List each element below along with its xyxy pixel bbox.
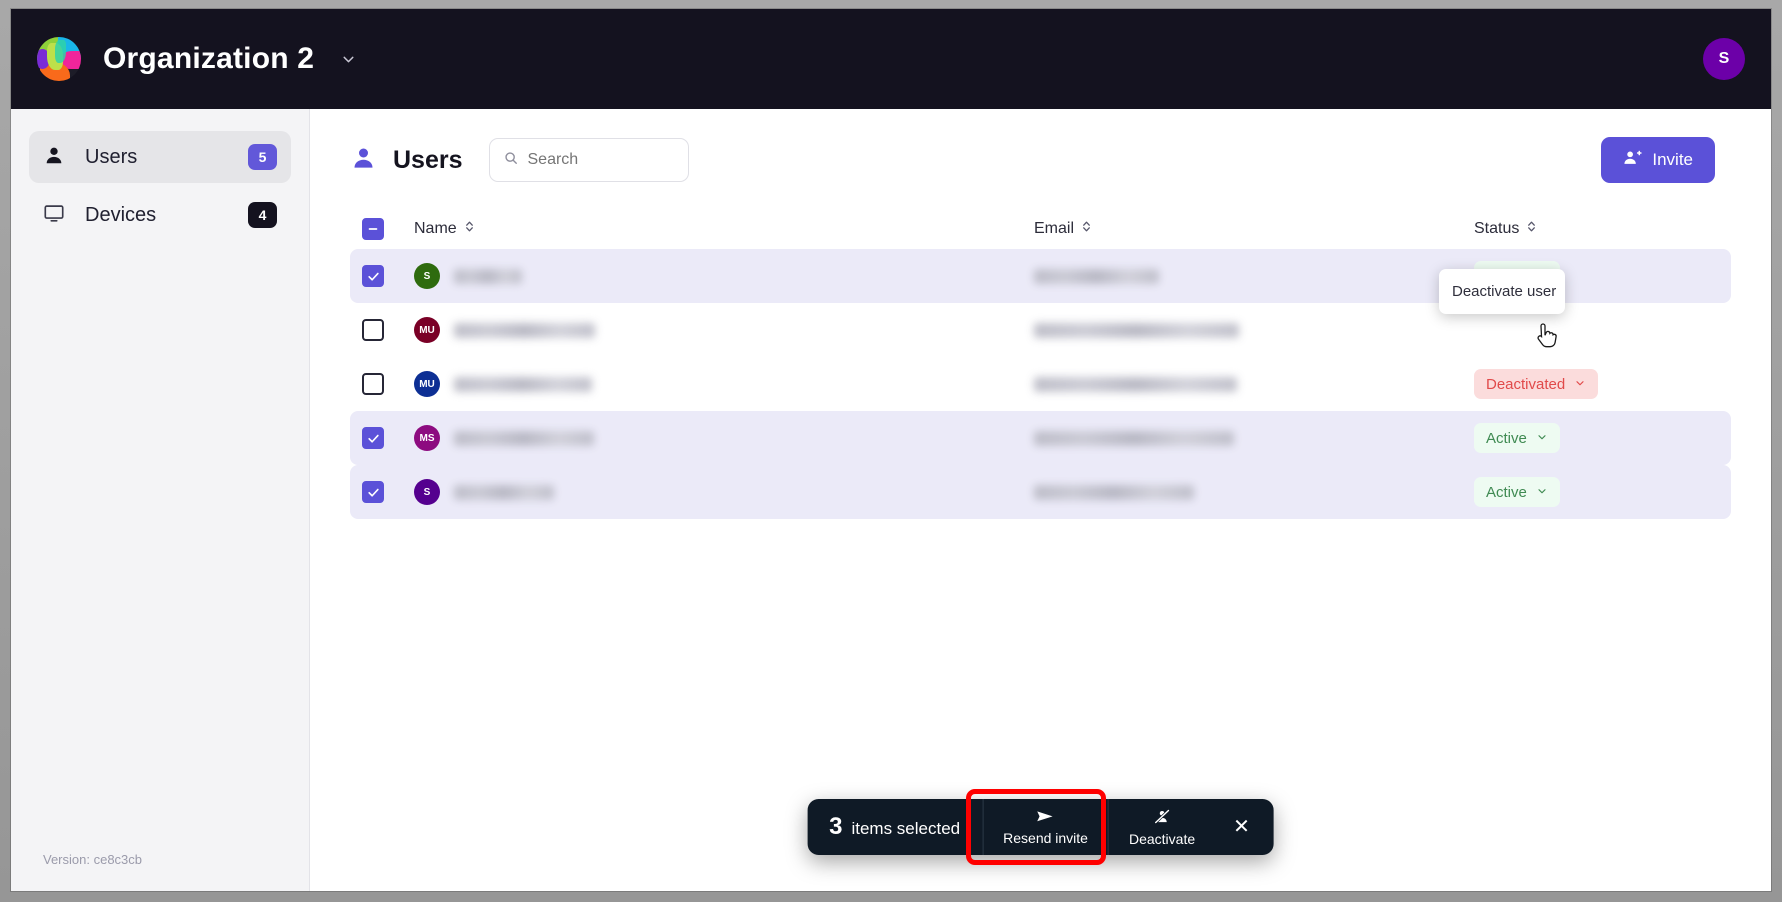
status-dropdown-menu[interactable]: Deactivate user [1439, 269, 1565, 314]
row-checkbox[interactable] [362, 427, 384, 449]
users-table: Name Email Status S MU MU Deactivated MS… [350, 209, 1731, 519]
close-icon[interactable]: ✕ [1215, 817, 1268, 837]
person-icon [43, 144, 65, 171]
sort-chevrons-icon [464, 220, 475, 238]
search-box[interactable] [488, 138, 689, 182]
avatar: S [414, 479, 440, 505]
avatar: MU [414, 371, 440, 397]
page-title: Users [393, 145, 463, 174]
version-text: Version: ce8c3cb [43, 852, 143, 867]
selection-count-label: items selected [851, 819, 961, 838]
sidebar-badge-devices: 4 [248, 202, 277, 228]
resend-invite-label: Resend invite [1003, 829, 1088, 846]
sidebar-badge-users: 5 [248, 144, 277, 170]
user-email-redacted [1034, 322, 1239, 338]
column-header-name[interactable]: Name [414, 220, 475, 238]
page-header: Users Invite [310, 109, 1771, 183]
user-name-redacted [454, 484, 554, 500]
row-checkbox[interactable] [362, 481, 384, 503]
selection-count: 3 items selected [807, 813, 982, 841]
selection-count-number: 3 [829, 813, 843, 840]
table-row[interactable]: MS Active [350, 411, 1731, 465]
select-all-checkbox[interactable] [362, 218, 384, 240]
status-badge[interactable]: Deactivated [1474, 369, 1599, 399]
user-name-redacted [454, 268, 522, 284]
colorful-sphere-logo [37, 37, 81, 81]
avatar: MS [414, 425, 440, 451]
avatar: MU [414, 317, 440, 343]
invite-button-label: Invite [1652, 150, 1693, 169]
sort-chevrons-icon [1526, 220, 1537, 238]
column-header-label: Email [1034, 220, 1075, 237]
avatar: S [414, 263, 440, 289]
status-badge-label: Active [1486, 483, 1527, 501]
sidebar: Users 5 Devices 4 Version: ce8c3cb [11, 109, 310, 891]
sidebar-item-label: Devices [85, 203, 157, 226]
row-checkbox[interactable] [362, 265, 384, 287]
table-row[interactable]: MU Deactivated [350, 357, 1731, 411]
user-email-redacted [1034, 376, 1237, 392]
sidebar-item-devices[interactable]: Devices 4 [29, 189, 291, 241]
dropdown-item-deactivate-user[interactable]: Deactivate user [1439, 279, 1565, 304]
deactivate-button[interactable]: Deactivate [1107, 799, 1215, 855]
user-name-redacted [454, 376, 592, 392]
chevron-down-icon [1574, 376, 1586, 393]
monitor-icon [43, 202, 65, 229]
column-header-label: Name [414, 220, 457, 237]
row-checkbox[interactable] [362, 319, 384, 341]
search-icon [504, 151, 518, 170]
status-badge-label: Active [1486, 429, 1527, 447]
chevron-down-icon [1536, 430, 1548, 447]
table-header-row: Name Email Status [350, 209, 1731, 249]
person-icon [350, 144, 377, 176]
deactivate-label: Deactivate [1128, 830, 1196, 847]
resend-invite-button[interactable]: Resend invite [982, 799, 1108, 855]
top-header-bar: Organization 2 S [11, 9, 1771, 109]
column-header-status[interactable]: Status [1474, 220, 1537, 238]
avatar[interactable]: S [1703, 38, 1745, 80]
table-row[interactable]: S Active [350, 465, 1731, 519]
user-name-redacted [454, 322, 595, 338]
send-icon [1036, 809, 1055, 827]
organization-title: Organization 2 [103, 42, 315, 75]
chevron-down-icon[interactable] [340, 51, 357, 68]
invite-button[interactable]: Invite [1601, 137, 1715, 183]
status-badge[interactable]: Active [1474, 423, 1560, 453]
user-email-redacted [1034, 268, 1159, 284]
person-slash-icon [1153, 808, 1172, 828]
main-content: Users Invite [310, 109, 1771, 891]
status-badge[interactable]: Active [1474, 477, 1560, 507]
row-checkbox[interactable] [362, 373, 384, 395]
search-input[interactable] [527, 151, 674, 169]
status-badge-label: Deactivated [1486, 375, 1566, 393]
sidebar-item-label: Users [85, 145, 138, 168]
column-header-label: Status [1474, 220, 1520, 237]
bulk-action-toolbar: 3 items selected Resend invite Deactivat… [807, 799, 1274, 855]
browser-window-frame: Organization 2 S Users 5 Devices 4 Versi… [0, 0, 1782, 902]
sidebar-item-users[interactable]: Users 5 [29, 131, 291, 183]
user-email-redacted [1034, 430, 1234, 446]
user-name-redacted [454, 430, 594, 446]
column-header-email[interactable]: Email [1034, 220, 1092, 238]
sort-chevrons-icon [1081, 220, 1092, 238]
page-viewport: Organization 2 S Users 5 Devices 4 Versi… [11, 9, 1771, 891]
person-plus-icon [1623, 148, 1642, 172]
chevron-down-icon [1536, 484, 1548, 501]
user-email-redacted [1034, 484, 1194, 500]
